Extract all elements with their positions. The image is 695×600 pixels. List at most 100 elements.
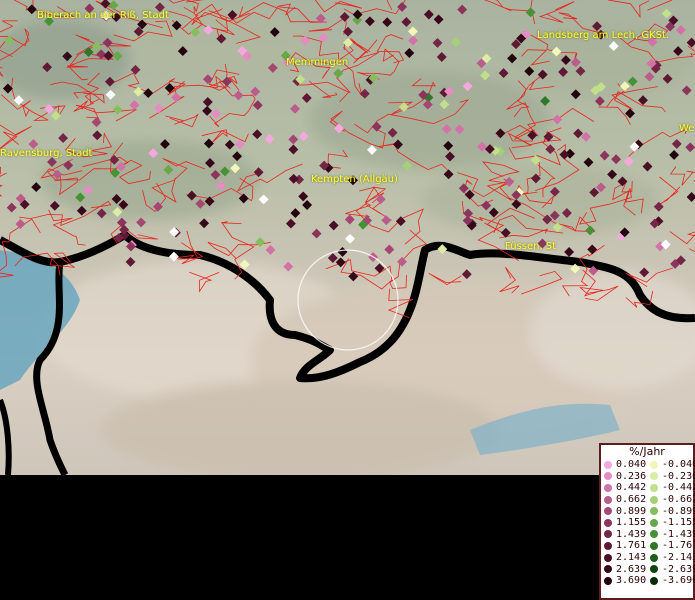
station-dot[interactable] <box>288 134 299 145</box>
legend-row: 0.442 -0.442 <box>601 482 695 494</box>
station-dot[interactable] <box>348 271 359 282</box>
legend-label: -1.155 <box>662 517 695 529</box>
station-dot[interactable] <box>344 214 355 225</box>
station-dot[interactable] <box>31 182 42 193</box>
station-dot[interactable] <box>333 68 344 79</box>
station-dot[interactable] <box>13 95 24 106</box>
station-dot[interactable] <box>301 93 312 103</box>
station-dot[interactable] <box>100 0 111 9</box>
station-dot[interactable] <box>15 219 26 229</box>
station-dot[interactable] <box>408 35 419 46</box>
station-dot[interactable] <box>661 8 672 19</box>
station-dot[interactable] <box>337 246 348 257</box>
station-dot[interactable] <box>436 52 447 62</box>
station-dot[interactable] <box>252 129 263 140</box>
station-dot[interactable] <box>265 244 276 255</box>
station-dot[interactable] <box>587 244 598 255</box>
station-dot[interactable] <box>343 26 353 37</box>
station-dot[interactable] <box>298 131 309 142</box>
station-dot[interactable] <box>457 4 468 15</box>
station-dot[interactable] <box>202 74 213 85</box>
station-dot[interactable] <box>171 92 182 103</box>
station-dot[interactable] <box>298 191 309 202</box>
station-dot[interactable] <box>133 86 144 97</box>
station-dot[interactable] <box>211 108 221 119</box>
station-dot[interactable] <box>461 269 472 280</box>
station-dot[interactable] <box>401 17 412 27</box>
station-dot[interactable] <box>290 208 301 219</box>
station-dot[interactable] <box>264 134 275 145</box>
station-dot[interactable] <box>498 68 509 79</box>
station-dot[interactable] <box>328 220 339 231</box>
station-dot[interactable] <box>375 194 386 205</box>
station-dot[interactable] <box>112 104 123 115</box>
station-dot[interactable] <box>224 139 235 150</box>
station-dot[interactable] <box>49 200 60 211</box>
station-dot[interactable] <box>327 253 338 263</box>
station-dot[interactable] <box>233 90 244 101</box>
station-dot[interactable] <box>397 1 408 12</box>
station-dot[interactable] <box>258 194 269 205</box>
station-dot[interactable] <box>252 100 263 111</box>
station-dot[interactable] <box>381 215 392 226</box>
map-view[interactable]: Biberach an der Riß, Stadt Landsberg am L… <box>0 0 695 475</box>
station-dot[interactable] <box>686 37 695 48</box>
station-dot[interactable] <box>671 138 682 149</box>
station-dot[interactable] <box>397 256 407 267</box>
station-dot[interactable] <box>623 156 634 167</box>
station-dot[interactable] <box>105 89 116 100</box>
station-dot[interactable] <box>669 149 680 160</box>
station-dot[interactable] <box>153 103 164 114</box>
station-dot[interactable] <box>686 192 695 202</box>
station-dot[interactable] <box>91 117 102 128</box>
station-dot[interactable] <box>681 85 692 96</box>
station-dot[interactable] <box>108 0 119 11</box>
station-dot[interactable] <box>404 48 415 58</box>
station-dot[interactable] <box>345 233 355 244</box>
station-dot[interactable] <box>384 244 395 255</box>
station-dot[interactable] <box>432 37 443 48</box>
station-dot[interactable] <box>599 150 610 161</box>
station-dot[interactable] <box>199 218 210 229</box>
station-dot[interactable] <box>202 105 213 116</box>
legend-label: 0.040 <box>616 459 647 471</box>
station-dot[interactable] <box>433 14 444 25</box>
station-dot[interactable] <box>302 200 313 210</box>
station-dot[interactable] <box>382 17 393 28</box>
station-dot[interactable] <box>125 256 136 267</box>
legend-label: -2.143 <box>662 552 695 564</box>
station-dot[interactable] <box>283 261 294 272</box>
station-dot[interactable] <box>129 100 140 111</box>
station-dot[interactable] <box>352 9 363 20</box>
station-dot[interactable] <box>450 37 461 48</box>
station-dot[interactable] <box>285 218 296 229</box>
city-label: Ravensburg, Stadt <box>0 148 93 159</box>
station-dot[interactable] <box>92 130 103 141</box>
station-dot[interactable] <box>423 9 434 20</box>
station-dot[interactable] <box>290 103 300 114</box>
station-dot[interactable] <box>564 247 575 257</box>
station-dot[interactable] <box>611 154 622 165</box>
station-dot[interactable] <box>583 157 594 168</box>
station-dot[interactable] <box>58 133 69 144</box>
station-dot[interactable] <box>202 97 213 107</box>
legend-swatch <box>650 507 658 516</box>
station-dot[interactable] <box>44 104 55 114</box>
station-dot[interactable] <box>642 161 653 172</box>
station-dot[interactable] <box>675 25 686 35</box>
station-dot[interactable] <box>255 237 266 248</box>
station-dot[interactable] <box>552 114 563 125</box>
station-dot[interactable] <box>143 88 154 99</box>
station-dot[interactable] <box>26 4 37 15</box>
station-dot[interactable] <box>364 16 375 27</box>
station-dot[interactable] <box>311 228 322 239</box>
legend-swatch <box>604 472 612 481</box>
station-dot[interactable] <box>525 7 536 18</box>
station-dot[interactable] <box>407 26 418 37</box>
legend-row: 0.040 -0.040 <box>601 459 695 471</box>
station-dot[interactable] <box>6 202 17 213</box>
station-dot[interactable] <box>685 142 695 153</box>
station-dot[interactable] <box>288 144 299 155</box>
station-dot[interactable] <box>50 110 61 121</box>
legend-swatch <box>650 576 658 585</box>
